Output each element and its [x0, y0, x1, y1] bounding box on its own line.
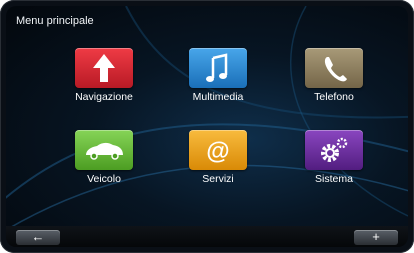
bottom-bar: [6, 226, 408, 247]
music-note-icon: [189, 48, 247, 88]
tile-label: Veicolo: [87, 173, 121, 185]
back-button[interactable]: ←: [16, 230, 60, 245]
add-button[interactable]: +: [354, 230, 398, 245]
device-frame: Menu principale Navigazione Multimedia T…: [0, 0, 414, 253]
page-title: Menu principale: [16, 15, 94, 27]
back-arrow-icon: ←: [31, 229, 45, 244]
tile-servizi[interactable]: @ Servizi: [158, 130, 278, 210]
tile-sistema[interactable]: Sistema: [274, 130, 394, 210]
tile-label: Multimedia: [192, 91, 244, 103]
plus-icon: +: [372, 229, 380, 244]
tile-label: Telefono: [314, 91, 354, 103]
at-sign-icon: @: [189, 130, 247, 170]
tile-veicolo[interactable]: Veicolo: [44, 130, 164, 210]
tile-multimedia[interactable]: Multimedia: [158, 48, 278, 128]
tile-label: Sistema: [315, 173, 353, 185]
tile-label: Servizi: [202, 173, 234, 185]
tile-telefono[interactable]: Telefono: [274, 48, 394, 128]
tile-label: Navigazione: [75, 91, 133, 103]
phone-icon: [305, 48, 363, 88]
navigation-arrow-icon: [75, 48, 133, 88]
car-icon: [75, 130, 133, 170]
svg-text:@: @: [206, 138, 229, 165]
tile-navigazione[interactable]: Navigazione: [44, 48, 164, 128]
main-menu-screen: Menu principale Navigazione Multimedia T…: [6, 6, 408, 247]
gears-icon: [305, 130, 363, 170]
